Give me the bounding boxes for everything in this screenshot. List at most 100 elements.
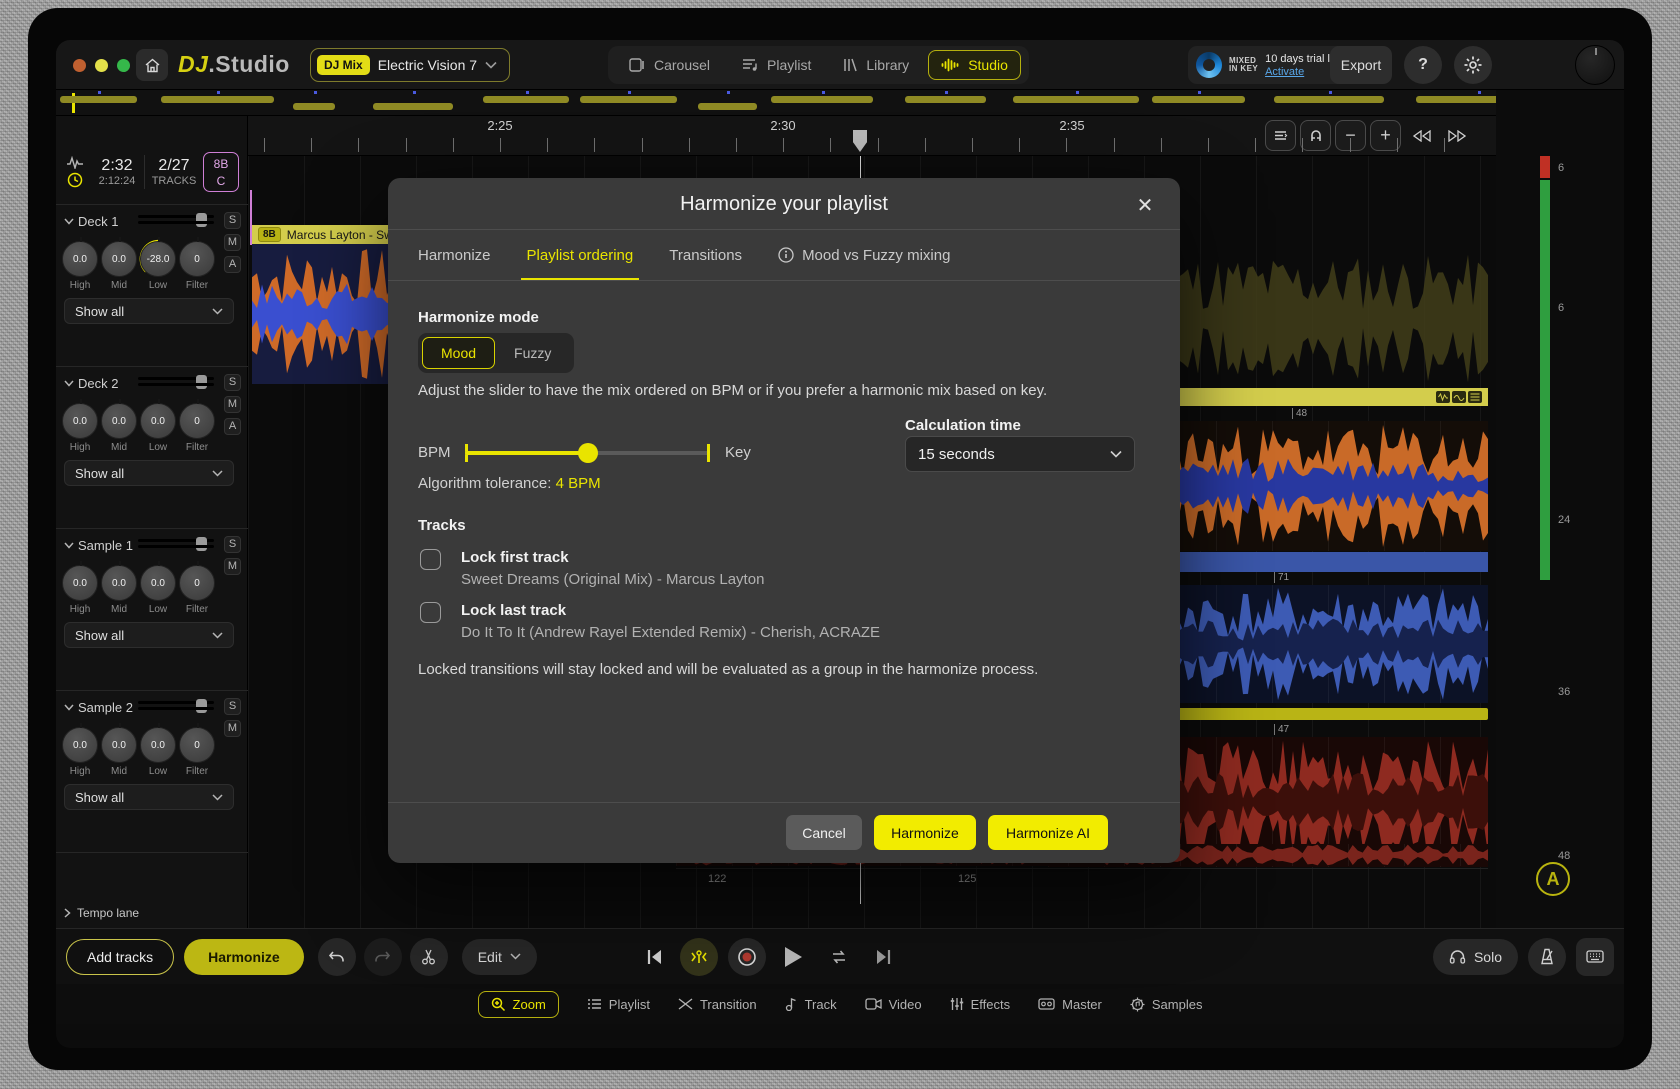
minimap[interactable]	[56, 90, 1496, 116]
redo-button[interactable]	[364, 938, 402, 976]
solo-button[interactable]: S	[224, 374, 241, 391]
knob-low[interactable]: 0.0Low	[138, 403, 178, 453]
nav-tab-carousel[interactable]: Carousel	[616, 50, 723, 80]
nav-tab-studio[interactable]: Studio	[928, 50, 1021, 80]
metronome-button[interactable]	[1528, 938, 1566, 976]
undo-button[interactable]	[318, 938, 356, 976]
dock-video[interactable]: Video	[865, 997, 922, 1012]
dock-track[interactable]: Track	[785, 997, 837, 1012]
knob-mid[interactable]: 0.0Mid	[99, 565, 139, 615]
loop-button[interactable]	[820, 938, 858, 976]
shortcuts-button[interactable]	[1576, 938, 1614, 976]
current-key-badge[interactable]: 8B C	[203, 152, 239, 192]
mute-button[interactable]: M	[224, 720, 241, 737]
knob-filter[interactable]: 0Filter	[177, 565, 217, 615]
help-button[interactable]: ?	[1404, 46, 1442, 84]
dock-effects[interactable]: Effects	[950, 997, 1011, 1012]
channel-header-sample2[interactable]: Sample 2	[64, 700, 133, 715]
modal-harmonize-button[interactable]: Harmonize	[874, 815, 976, 850]
window-close-button[interactable]	[73, 59, 86, 72]
dock-samples[interactable]: Samples	[1130, 997, 1203, 1012]
harmonize-button[interactable]: Harmonize	[184, 939, 304, 975]
knob-filter[interactable]: 0Filter	[177, 403, 217, 453]
knob-mid[interactable]: 0.0Mid	[99, 403, 139, 453]
calculation-time-select[interactable]: 15 seconds	[905, 436, 1135, 472]
skip-start-button[interactable]	[640, 948, 670, 966]
arrange-button[interactable]	[1265, 120, 1296, 151]
tab-transitions[interactable]: Transitions	[669, 230, 742, 280]
fader-handle[interactable]	[196, 537, 207, 551]
tab-playlist-ordering[interactable]: Playlist ordering	[527, 230, 634, 280]
window-zoom-button[interactable]	[117, 59, 130, 72]
knob-high[interactable]: 0.0High	[60, 565, 100, 615]
automix-badge[interactable]: A	[1536, 862, 1570, 896]
harmonize-ai-button[interactable]: Harmonize AI	[988, 815, 1108, 850]
channel-header-sample1[interactable]: Sample 1	[64, 538, 133, 553]
modal-close-button[interactable]: ✕	[1130, 190, 1160, 220]
fast-forward-button[interactable]	[1441, 120, 1472, 151]
channel-header-deck2[interactable]: Deck 2	[64, 376, 118, 391]
tab-harmonize[interactable]: Harmonize	[418, 230, 491, 280]
fader-handle[interactable]	[196, 213, 207, 227]
time-ruler[interactable]: 2:25 2:30 2:35 − +	[248, 116, 1496, 156]
knob-high[interactable]: 0.0High	[60, 727, 100, 777]
mute-button[interactable]: M	[224, 234, 241, 251]
knob-low[interactable]: 0.0Low	[138, 565, 178, 615]
solo-button[interactable]: S	[224, 536, 241, 553]
volume-fader[interactable]	[138, 213, 214, 227]
mute-button[interactable]: M	[224, 558, 241, 575]
export-button[interactable]: Export	[1330, 46, 1392, 84]
bpm-key-slider[interactable]	[465, 441, 710, 465]
knob-mid[interactable]: 0.0Mid	[99, 241, 139, 291]
skip-end-button[interactable]	[868, 948, 898, 966]
edit-menu-button[interactable]: Edit	[462, 939, 537, 975]
mix-selector[interactable]: DJ Mix Electric Vision 7	[310, 48, 510, 82]
knob-mid[interactable]: 0.0Mid	[99, 727, 139, 777]
show-all-dropdown[interactable]: Show all	[64, 460, 234, 486]
knob-filter[interactable]: 0Filter	[177, 727, 217, 777]
settings-button[interactable]	[1454, 46, 1492, 84]
volume-fader[interactable]	[138, 699, 214, 713]
home-button[interactable]	[136, 49, 168, 81]
knob-high[interactable]: 0.0High	[60, 403, 100, 453]
knob-high[interactable]: 0.0High	[60, 241, 100, 291]
dock-transition[interactable]: Transition	[678, 997, 757, 1012]
volume-fader[interactable]	[138, 375, 214, 389]
channel-header-deck1[interactable]: Deck 1	[64, 214, 118, 229]
lock-first-track-checkbox[interactable]	[420, 549, 441, 570]
tempo-lane-toggle[interactable]: Tempo lane	[64, 906, 139, 920]
dock-playlist[interactable]: Playlist	[587, 997, 650, 1012]
mode-fuzzy-button[interactable]: Fuzzy	[495, 337, 570, 369]
tab-mood-vs-fuzzy[interactable]: Mood vs Fuzzy mixing	[778, 230, 950, 280]
cancel-button[interactable]: Cancel	[786, 815, 862, 850]
slider-thumb[interactable]	[578, 443, 598, 463]
nav-tab-playlist[interactable]: Playlist	[729, 50, 824, 80]
show-all-dropdown[interactable]: Show all	[64, 622, 234, 648]
snap-playhead-button[interactable]	[680, 938, 718, 976]
solo-button[interactable]: S	[224, 212, 241, 229]
show-all-dropdown[interactable]: Show all	[64, 298, 234, 324]
solo-button-master[interactable]: Solo	[1433, 939, 1518, 975]
dock-zoom[interactable]: Zoom	[478, 991, 559, 1018]
nav-tab-library[interactable]: Library	[830, 50, 922, 80]
lock-last-track-checkbox[interactable]	[420, 602, 441, 623]
cut-button[interactable]	[410, 938, 448, 976]
auto-button[interactable]: A	[224, 256, 241, 273]
master-volume-knob[interactable]	[1575, 45, 1615, 85]
auto-button[interactable]: A	[224, 418, 241, 435]
window-minimize-button[interactable]	[95, 59, 108, 72]
record-button[interactable]	[728, 938, 766, 976]
knob-filter[interactable]: 0Filter	[177, 241, 217, 291]
rewind-button[interactable]	[1406, 120, 1437, 151]
fader-handle[interactable]	[196, 375, 207, 389]
mute-button[interactable]: M	[224, 396, 241, 413]
knob-low[interactable]: 0.0Low	[138, 727, 178, 777]
play-button[interactable]	[776, 945, 810, 969]
volume-fader[interactable]	[138, 537, 214, 551]
show-all-dropdown[interactable]: Show all	[64, 784, 234, 810]
playhead-handle[interactable]	[853, 130, 867, 152]
fader-handle[interactable]	[196, 699, 207, 713]
add-tracks-button[interactable]: Add tracks	[66, 939, 174, 975]
knob-low[interactable]: -28.0Low	[138, 241, 178, 291]
tempo-lane-row[interactable]: 122 125	[676, 868, 1488, 892]
